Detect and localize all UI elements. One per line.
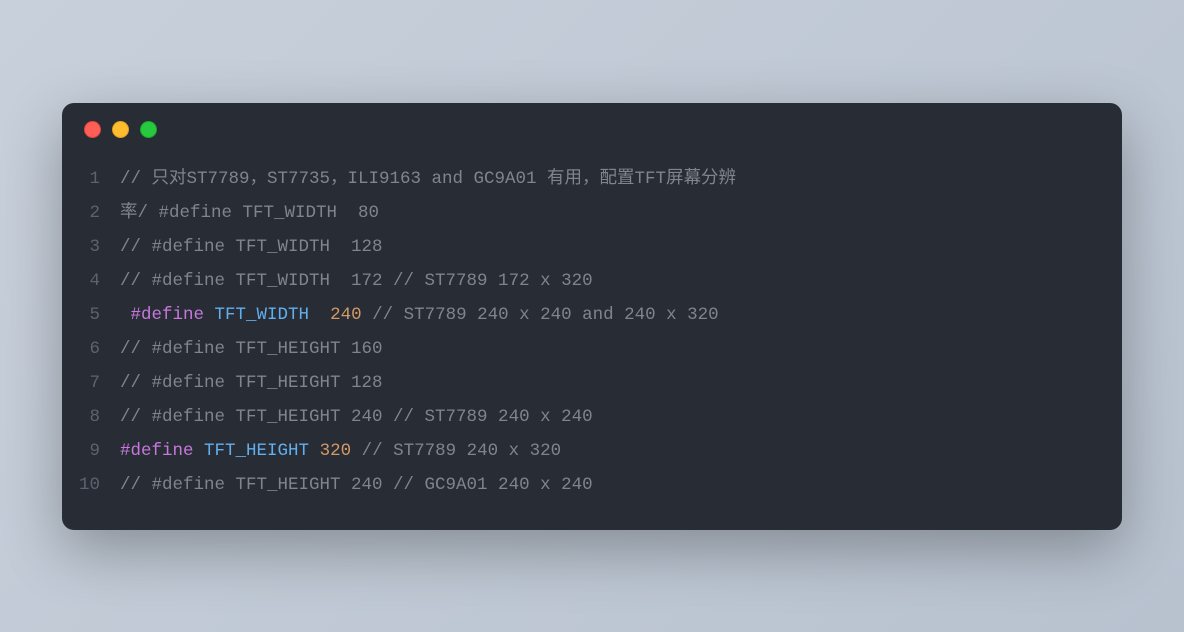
token-plain: [204, 305, 215, 325]
line-content: // #define TFT_HEIGHT 240 // GC9A01 240 …: [120, 468, 1122, 502]
token-comment: // 只对ST7789，ST7735，ILI9163 and GC9A01 有用…: [120, 169, 736, 189]
code-line: 7// #define TFT_HEIGHT 128: [62, 366, 1122, 400]
maximize-icon[interactable]: [140, 121, 157, 138]
code-area: 1// 只对ST7789，ST7735，ILI9163 and GC9A01 有…: [62, 148, 1122, 530]
line-number: 4: [62, 264, 120, 298]
line-number: 5: [62, 298, 120, 332]
line-content: 率/ #define TFT_WIDTH 80: [120, 196, 1122, 230]
line-number: 1: [62, 162, 120, 196]
token-keyword: #define: [131, 305, 205, 325]
code-line: 2率/ #define TFT_WIDTH 80: [62, 196, 1122, 230]
token-number: 240: [330, 305, 362, 325]
token-comment: // #define TFT_HEIGHT 240 // GC9A01 240 …: [120, 475, 593, 495]
line-content: #define TFT_HEIGHT 320 // ST7789 240 x 3…: [120, 434, 1122, 468]
code-window: 1// 只对ST7789，ST7735，ILI9163 and GC9A01 有…: [62, 103, 1122, 530]
line-content: // 只对ST7789，ST7735，ILI9163 and GC9A01 有用…: [120, 162, 1122, 196]
token-comment: 率/ #define TFT_WIDTH 80: [120, 203, 379, 223]
close-icon[interactable]: [84, 121, 101, 138]
line-content: #define TFT_WIDTH 240 // ST7789 240 x 24…: [120, 298, 1122, 332]
line-number: 3: [62, 230, 120, 264]
token-comment: // #define TFT_HEIGHT 160: [120, 339, 383, 359]
code-line: 5 #define TFT_WIDTH 240 // ST7789 240 x …: [62, 298, 1122, 332]
code-line: 1// 只对ST7789，ST7735，ILI9163 and GC9A01 有…: [62, 162, 1122, 196]
token-plain: [362, 305, 373, 325]
line-number: 2: [62, 196, 120, 230]
token-plain: [351, 441, 362, 461]
token-comment: // ST7789 240 x 240 and 240 x 320: [372, 305, 719, 325]
line-content: // #define TFT_HEIGHT 128: [120, 366, 1122, 400]
token-keyword: #define: [120, 441, 194, 461]
line-content: // #define TFT_WIDTH 128: [120, 230, 1122, 264]
code-line: 4// #define TFT_WIDTH 172 // ST7789 172 …: [62, 264, 1122, 298]
line-content: // #define TFT_HEIGHT 160: [120, 332, 1122, 366]
code-line: 8// #define TFT_HEIGHT 240 // ST7789 240…: [62, 400, 1122, 434]
token-macro-name: TFT_HEIGHT: [204, 441, 309, 461]
line-number: 6: [62, 332, 120, 366]
line-content: // #define TFT_WIDTH 172 // ST7789 172 x…: [120, 264, 1122, 298]
line-number: 9: [62, 434, 120, 468]
line-number: 8: [62, 400, 120, 434]
line-content: // #define TFT_HEIGHT 240 // ST7789 240 …: [120, 400, 1122, 434]
token-comment: // #define TFT_HEIGHT 240 // ST7789 240 …: [120, 407, 593, 427]
line-number: 10: [62, 468, 120, 502]
code-line: 9#define TFT_HEIGHT 320 // ST7789 240 x …: [62, 434, 1122, 468]
token-plain: [309, 441, 320, 461]
token-comment: // #define TFT_HEIGHT 128: [120, 373, 383, 393]
code-line: 10// #define TFT_HEIGHT 240 // GC9A01 24…: [62, 468, 1122, 502]
line-number: 7: [62, 366, 120, 400]
token-comment: // ST7789 240 x 320: [362, 441, 562, 461]
token-macro-name: TFT_WIDTH: [215, 305, 310, 325]
token-comment: // #define TFT_WIDTH 172 // ST7789 172 x…: [120, 271, 593, 291]
titlebar: [62, 103, 1122, 148]
minimize-icon[interactable]: [112, 121, 129, 138]
token-number: 320: [320, 441, 352, 461]
code-line: 3// #define TFT_WIDTH 128: [62, 230, 1122, 264]
token-plain: [309, 305, 330, 325]
token-plain: [120, 305, 131, 325]
token-plain: [194, 441, 205, 461]
token-comment: // #define TFT_WIDTH 128: [120, 237, 383, 257]
code-line: 6// #define TFT_HEIGHT 160: [62, 332, 1122, 366]
